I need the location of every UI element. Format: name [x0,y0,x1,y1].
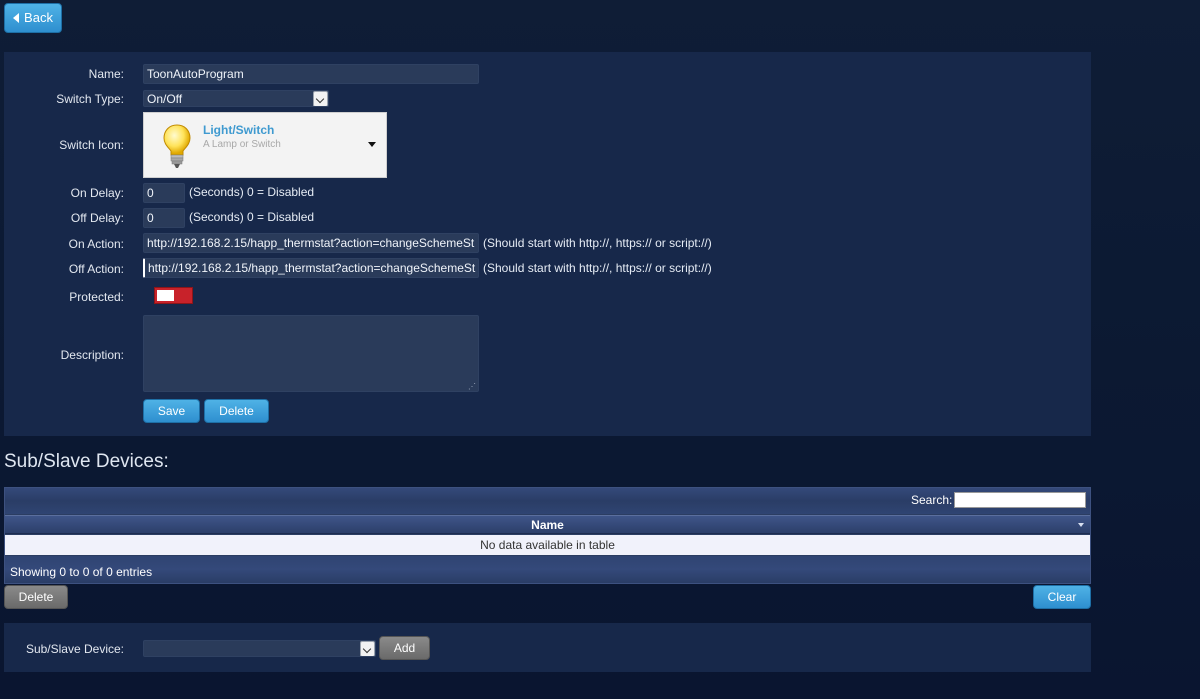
table-header-name[interactable]: Name [5,515,1090,534]
off-delay-input[interactable]: 0 [143,208,185,228]
search-input[interactable] [954,492,1086,508]
on-delay-hint: (Seconds) 0 = Disabled [189,185,315,199]
table-footer [5,556,1090,583]
on-action-label: On Action: [68,237,124,251]
name-input[interactable]: ToonAutoProgram [143,64,479,84]
table-info: Showing 0 to 0 of 0 entries [10,565,153,579]
off-action-label: Off Action: [68,262,124,276]
name-label: Name: [88,67,124,81]
off-delay-hint: (Seconds) 0 = Disabled [189,210,315,224]
on-delay-label: On Delay: [70,186,124,200]
sub-devices-heading: Sub/Slave Devices: [4,451,169,472]
back-arrow-icon [13,12,20,23]
icon-title: Light/Switch [203,123,275,137]
save-button[interactable]: Save [143,399,200,423]
chevron-down-icon [360,641,375,656]
switch-icon-label: Switch Icon: [59,138,124,152]
on-delay-input[interactable]: 0 [143,183,185,203]
on-action-input[interactable]: http://192.168.2.15/happ_thermstat?actio… [143,233,479,253]
switch-type-value: On/Off [147,92,183,106]
sub-delete-button[interactable]: Delete [4,585,68,609]
lightbulb-icon [163,124,191,168]
sort-arrow-icon [1078,523,1084,527]
empty-text: No data available in table [480,538,615,552]
table-empty-row: No data available in table [5,535,1090,555]
search-label: Search: [911,493,953,507]
column-name-label: Name [531,518,564,532]
icon-subtitle: A Lamp or Switch [203,139,281,150]
description-textarea[interactable] [143,315,479,392]
back-label: Back [24,10,53,25]
sub-device-label: Sub/Slave Device: [25,642,124,656]
off-action-hint: (Should start with http://, https:// or … [483,261,712,275]
off-delay-label: Off Delay: [70,211,124,225]
resize-grip-icon: ⋰ [468,382,476,391]
caret-down-icon [368,142,376,147]
off-action-input[interactable]: http://192.168.2.15/happ_thermstat?actio… [143,258,479,278]
on-action-hint: (Should start with http://, https:// or … [483,236,712,250]
sub-device-select[interactable] [143,640,376,657]
switch-icon-select[interactable]: Light/Switch A Lamp or Switch [143,112,387,178]
back-button[interactable]: Back [4,3,62,33]
clear-button[interactable]: Clear [1033,585,1091,609]
chevron-down-icon [313,91,328,106]
sub-devices-table: Search: Name No data available in table … [4,487,1091,584]
add-button[interactable]: Add [379,636,430,660]
protected-label: Protected: [69,290,124,304]
toggle-knob [157,290,174,301]
protected-toggle[interactable] [154,287,193,304]
switch-type-select[interactable]: On/Off [143,90,329,107]
description-label: Description: [60,348,124,362]
switch-type-label: Switch Type: [56,92,124,106]
delete-button[interactable]: Delete [204,399,269,423]
